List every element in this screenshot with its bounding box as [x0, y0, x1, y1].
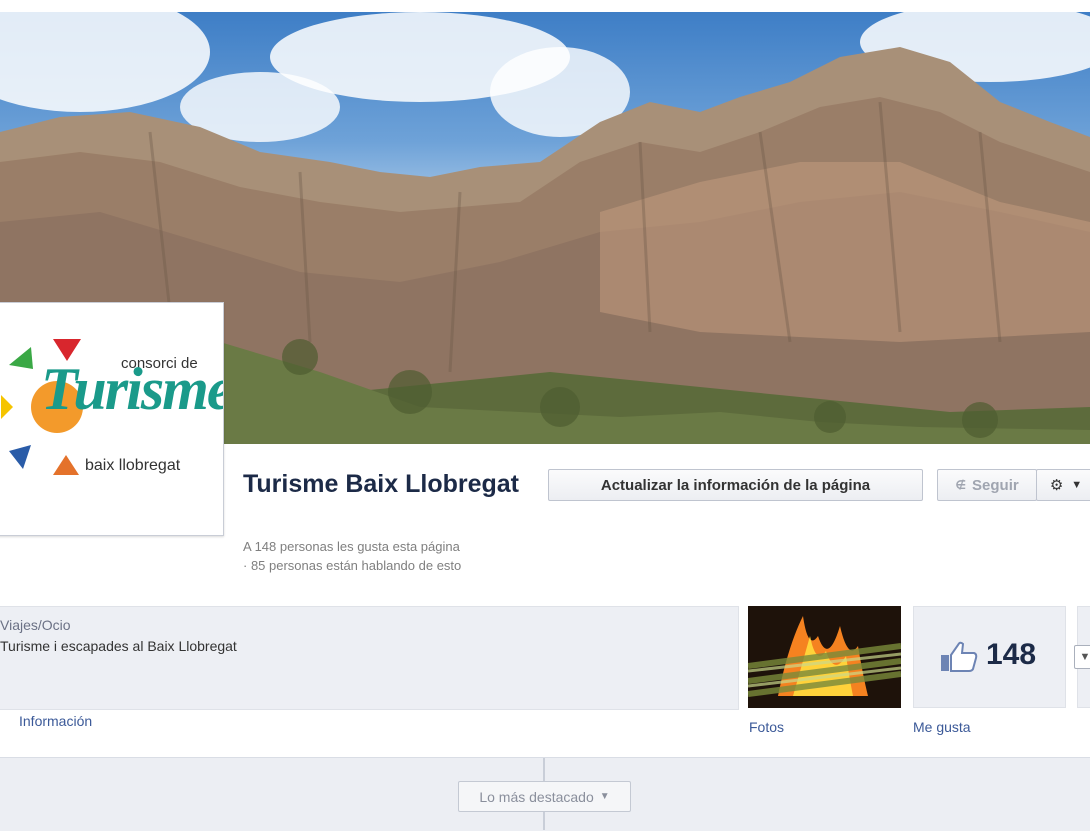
chevron-down-icon: ▼: [1071, 479, 1083, 491]
likes-count: 148: [986, 638, 1037, 671]
likes-link[interactable]: Me gusta: [913, 719, 971, 735]
page-description: Turisme i escapades al Baix Llobregat: [0, 638, 237, 654]
likes-stat: A 148 personas les gusta esta página: [243, 539, 460, 554]
page-category: Viajes/Ocio: [0, 617, 71, 633]
highlights-label: Lo más destacado: [479, 788, 594, 805]
logo-main-text: Turisme: [41, 356, 224, 422]
about-box[interactable]: [0, 606, 739, 710]
photos-link[interactable]: Fotos: [749, 719, 784, 735]
rss-icon: ∉: [955, 478, 967, 492]
highlights-dropdown[interactable]: Lo más destacado ▼: [458, 781, 631, 812]
follow-label: Seguir: [972, 476, 1019, 494]
update-info-button[interactable]: Actualizar la información de la página: [548, 469, 923, 501]
thumbs-up-icon: [941, 641, 978, 672]
talking-stat: · 85 personas están hablando de esto: [243, 558, 462, 573]
follow-button[interactable]: ∉ Seguir: [937, 469, 1037, 501]
grill-photo: [748, 606, 901, 708]
settings-menu-button[interactable]: ⚙ ▼: [1036, 469, 1090, 501]
gear-icon: ⚙: [1049, 477, 1064, 494]
chevron-down-icon[interactable]: ▼: [1074, 645, 1090, 669]
profile-picture[interactable]: consorci de Turisme baix llobregat: [0, 302, 224, 536]
chevron-down-icon: ▼: [599, 791, 610, 802]
page-title: Turisme Baix Llobregat: [243, 470, 519, 498]
photos-thumbnail[interactable]: [748, 606, 901, 708]
info-link[interactable]: Información: [19, 713, 92, 729]
logo-bottom-text: baix llobregat: [85, 457, 181, 474]
top-strip: [0, 0, 1090, 12]
